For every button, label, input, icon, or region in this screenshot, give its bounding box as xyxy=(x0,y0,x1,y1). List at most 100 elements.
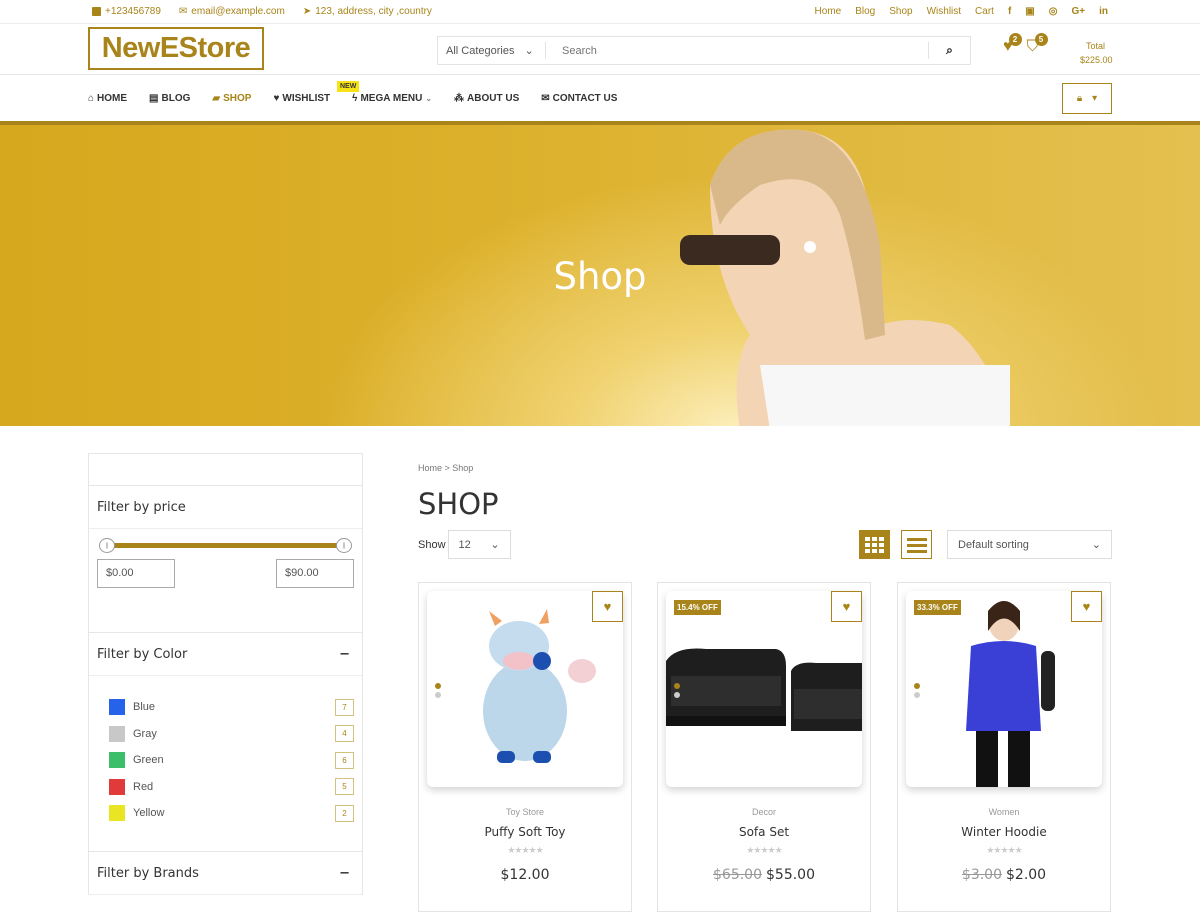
phone-info: +123456789 xyxy=(92,6,161,17)
discount-badge: 15.4% OFF xyxy=(674,600,721,615)
color-count: 4 xyxy=(335,725,354,743)
product-category[interactable]: Women xyxy=(898,807,1110,817)
heart-icon: ♥ xyxy=(603,599,612,614)
image-carousel-dots[interactable] xyxy=(674,683,680,701)
product-card[interactable]: 15.4% OFF ♥ Decor Sofa Set ★★★★★ $65.00 $… xyxy=(657,582,871,912)
linkedin-icon[interactable]: in xyxy=(1099,6,1108,17)
nav-item-mega-menu[interactable]: ϟ MEGA MENU ⌄ xyxy=(352,93,432,104)
heart-icon: ♥ xyxy=(273,93,280,104)
new-badge: NEW xyxy=(337,81,360,92)
bolt-icon: ϟ xyxy=(352,93,358,104)
add-to-wishlist-button[interactable]: ♥ xyxy=(831,591,862,622)
product-price: $65.00 $55.00 xyxy=(658,867,870,883)
color-count: 5 xyxy=(335,778,354,796)
nav-item-about-us[interactable]: ⁂ ABOUT US xyxy=(454,93,519,104)
email-info[interactable]: ✉ email@example.com xyxy=(179,6,285,17)
sidebar-filters: Filter by price || || $0.00 $90.00 Filte… xyxy=(88,453,363,895)
top-link-blog[interactable]: Blog xyxy=(855,6,875,17)
color-count: 7 xyxy=(335,698,354,716)
list-icon xyxy=(906,537,927,553)
discount-badge: 33.3% OFF xyxy=(914,600,961,615)
cart-count-badge: 5 xyxy=(1034,33,1048,46)
color-option-yellow[interactable]: Yellow 2 xyxy=(109,800,354,827)
google-plus-icon[interactable]: G+ xyxy=(1071,6,1085,17)
product-name[interactable]: Sofa Set xyxy=(658,825,870,839)
document-icon: ▤ xyxy=(149,93,159,104)
hero-title: Shop xyxy=(553,255,647,298)
price-slider-track xyxy=(103,543,348,548)
color-option-red[interactable]: Red 5 xyxy=(109,774,354,801)
page-title: SHOP xyxy=(418,487,499,521)
brand-filter-title[interactable]: Filter by Brands − xyxy=(89,852,362,895)
home-icon: ⌂ xyxy=(88,93,95,104)
image-carousel-dots[interactable] xyxy=(914,683,920,701)
nav-item-wishlist[interactable]: ♥ WISHLIST xyxy=(273,93,330,104)
logo[interactable]: NewEStore xyxy=(88,27,264,70)
product-category[interactable]: Toy Store xyxy=(419,807,631,817)
color-filter-title[interactable]: Filter by Color − xyxy=(89,633,362,676)
product-card[interactable]: ♥ Toy Store Puffy Soft Toy ★★★★★ $12.00 xyxy=(418,582,632,912)
product-card[interactable]: 33.3% OFF ♥ Women Winter Hoodie ★★★★★ $3… xyxy=(897,582,1111,912)
product-name[interactable]: Puffy Soft Toy xyxy=(419,825,631,839)
category-select[interactable]: All Categories ⌄ xyxy=(438,42,546,59)
color-swatch xyxy=(109,725,125,742)
top-link-home[interactable]: Home xyxy=(815,6,842,17)
nav-item-home[interactable]: ⌂ HOME xyxy=(88,93,127,104)
collapse-icon[interactable]: − xyxy=(339,866,350,894)
address-info: ➤ 123, address, city ,country xyxy=(302,6,432,17)
header: NewEStore All Categories⌄ ⌕ ♥2 ⛉5 Total$… xyxy=(0,24,1200,75)
search-bar: All Categories⌄ ⌕ xyxy=(437,36,971,65)
search-icon: ⌕ xyxy=(946,43,953,57)
nav-item-shop[interactable]: ▰ SHOP xyxy=(212,93,251,104)
search-button[interactable]: ⌕ xyxy=(928,42,970,59)
nav-item-blog[interactable]: ▤ BLOG xyxy=(149,93,190,104)
sort-select[interactable]: Default sorting ⌄ xyxy=(947,530,1112,559)
search-input[interactable] xyxy=(546,40,928,61)
add-to-wishlist-button[interactable]: ♥ xyxy=(1071,591,1102,622)
max-price-input[interactable]: $90.00 xyxy=(276,559,354,588)
price-slider-min-handle[interactable]: || xyxy=(99,538,115,553)
account-dropdown-button[interactable]: 🔒︎ ▾ xyxy=(1062,83,1112,114)
price-slider[interactable]: || || xyxy=(99,537,352,557)
color-swatch xyxy=(109,805,125,822)
phone-icon xyxy=(92,7,101,16)
cart-total[interactable]: Total $225.00 xyxy=(1080,39,1113,67)
sitemap-icon: ⁂ xyxy=(454,93,465,104)
grid-view-button[interactable] xyxy=(859,530,890,559)
min-price-input[interactable]: $0.00 xyxy=(97,559,175,588)
envelope-icon: ✉ xyxy=(541,93,550,104)
hero-banner: Shop xyxy=(0,121,1200,426)
instagram-icon[interactable]: ◎ xyxy=(1049,6,1058,17)
youtube-icon[interactable]: ▣ xyxy=(1025,6,1034,17)
cart-button[interactable]: ⛉ 5 xyxy=(1027,33,1048,56)
image-carousel-dots[interactable] xyxy=(435,683,441,701)
sale-price: $2.00 xyxy=(1006,867,1047,883)
per-page-select[interactable]: 12 ⌄ xyxy=(447,530,511,559)
add-to-wishlist-button[interactable]: ♥ xyxy=(592,591,623,622)
list-view-button[interactable] xyxy=(901,530,932,559)
chevron-down-icon: ⌄ xyxy=(1091,539,1101,551)
top-link-cart[interactable]: Cart xyxy=(975,6,994,17)
chevron-down-icon: ⌄ xyxy=(490,539,500,551)
color-option-green[interactable]: Green 6 xyxy=(109,747,354,774)
nav-item-contact-us[interactable]: ✉ CONTACT US xyxy=(541,93,617,104)
wishlist-button[interactable]: ♥ 2 xyxy=(1003,33,1022,56)
color-option-blue[interactable]: Blue 7 xyxy=(109,694,354,721)
color-swatch xyxy=(109,778,125,795)
price-slider-max-handle[interactable]: || xyxy=(336,538,352,553)
collapse-icon[interactable]: − xyxy=(339,647,350,675)
top-link-shop[interactable]: Shop xyxy=(889,6,912,17)
sale-price: $55.00 xyxy=(766,867,815,883)
old-price: $65.00 xyxy=(713,867,762,883)
facebook-icon[interactable]: f xyxy=(1008,6,1011,17)
brand-filter: Filter by Brands − xyxy=(88,851,363,895)
breadcrumb[interactable]: Home > Shop xyxy=(418,463,473,473)
price-filter: Filter by price || || $0.00 $90.00 xyxy=(88,486,363,632)
show-per-page: Show 12 ⌄ xyxy=(418,530,511,559)
color-swatch xyxy=(109,752,125,769)
top-link-wishlist[interactable]: Wishlist xyxy=(927,6,961,17)
color-option-gray[interactable]: Gray 4 xyxy=(109,721,354,748)
lock-icon: 🔒︎ xyxy=(1076,93,1083,104)
product-category[interactable]: Decor xyxy=(658,807,870,817)
product-name[interactable]: Winter Hoodie xyxy=(898,825,1110,839)
